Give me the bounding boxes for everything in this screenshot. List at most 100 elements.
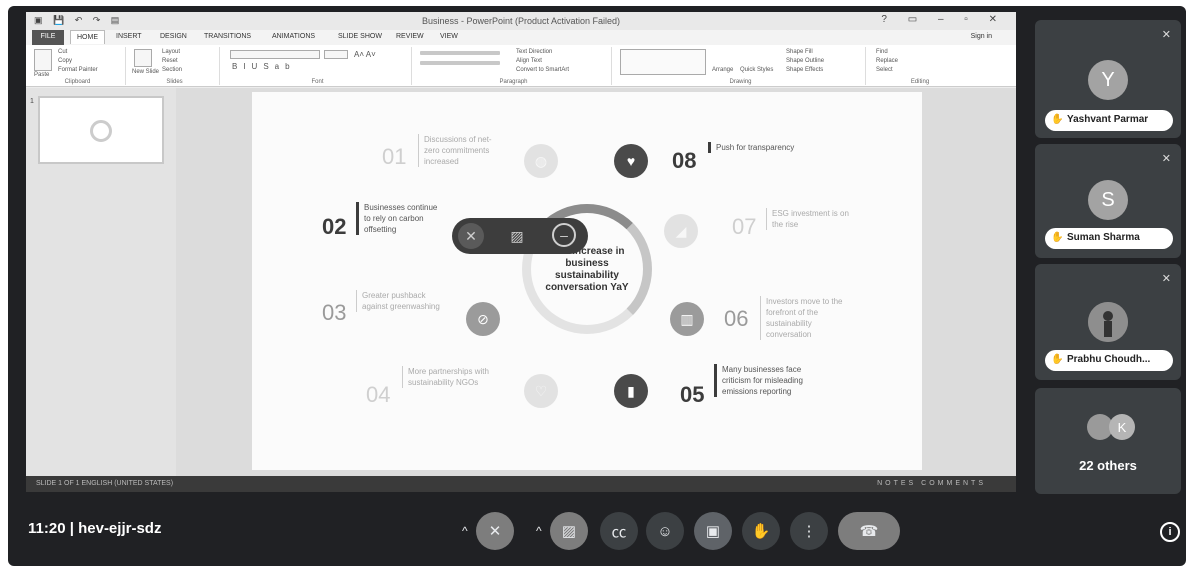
participant-tile[interactable]: ✕ Y ✋ Yashvant Parmar [1035,20,1181,138]
find-button[interactable]: Find [876,49,888,55]
mic-toggle-button[interactable]: ✕ [476,512,514,550]
audio-options-chevron-icon[interactable]: ^ [462,524,468,538]
alignment-row [420,61,500,65]
slides-group: New Slide Layout Reset Section Slides [130,47,220,85]
ribbon-tabs: FILE HOME INSERT DESIGN TRANSITIONS ANIM… [26,30,1016,45]
align-text-button[interactable]: Align Text [516,58,542,64]
paragraph-group: Text Direction Align Text Convert to Sma… [416,47,612,85]
item-text-06: Investors move to the forefront of the s… [760,296,856,340]
reactions-button[interactable]: ☺ [646,512,684,550]
participant-name-text: Prabhu Choudh... [1067,354,1151,365]
paste-icon[interactable] [34,49,52,71]
shape-outline-button[interactable]: Shape Outline [786,58,824,64]
video-options-chevron-icon[interactable]: ^ [536,524,542,538]
meeting-details-button[interactable]: i [1160,522,1180,542]
camera-off-icon: ▨ [561,523,577,540]
others-tile[interactable]: K 22 others [1035,388,1181,494]
raise-hand-button[interactable]: ✋ [742,512,780,550]
item-text-03: Greater pushback against greenwashing [356,290,440,312]
ppt-window-title: Business - PowerPoint (Product Activatio… [421,16,621,26]
font-size-box[interactable] [324,50,348,59]
shape-fill-button[interactable]: Shape Fill [786,49,813,55]
select-button[interactable]: Select [876,67,893,73]
arrange-button[interactable]: Arrange [712,67,733,73]
participant-tile[interactable]: ✕ S ✋ Suman Sharma [1035,144,1181,258]
meeting-info: 11:20 | hev-ejjr-sdz [28,520,161,537]
item-number-01: 01 [382,144,407,169]
camera-toggle-button[interactable]: ▨ [550,512,588,550]
item-text-08: Push for transparency [708,142,798,153]
present-screen-icon: ▣ [705,523,721,540]
presenter-toolbar: ✕ ▨ – [452,218,588,254]
bullets-row [420,51,500,55]
captions-icon: ㏄ [611,523,627,541]
cut-button[interactable]: Cut [58,49,67,55]
editing-group: Find Replace Select Editing [870,47,970,85]
font-label: Font [311,79,324,85]
shape-effects-button[interactable]: Shape Effects [786,67,823,73]
font-format-icons[interactable]: BIUSab [232,62,296,71]
text-direction-button[interactable]: Text Direction [516,49,552,55]
others-initial-avatar: K [1109,414,1135,440]
stop-presenting-icon[interactable]: – [552,223,576,247]
handshake-icon: ♡ [524,374,558,408]
item-text-04: More partnerships with sustainability NG… [402,366,492,388]
copy-button[interactable]: Copy [58,58,72,64]
convert-smartart-button[interactable]: Convert to SmartArt [516,67,569,73]
meet-window: ▣ 💾 ↶ ↷ ▤ Business - PowerPoint (Product… [8,6,1186,566]
bar-chart-icon: ▥ [670,302,704,336]
font-name-box[interactable] [230,50,320,59]
replace-button[interactable]: Replace [876,58,898,64]
participant-tile[interactable]: ✕ ✋ Prabhu Choudh... [1035,264,1181,380]
window-controls[interactable]: ? ▭ – ▫ ✕ [881,14,1006,25]
tab-home[interactable]: HOME [70,30,105,44]
tab-view[interactable]: VIEW [440,33,458,40]
new-slide-icon[interactable] [134,49,152,67]
participant-name: ✋ Yashvant Parmar [1045,110,1173,131]
captions-button[interactable]: ㏄ [600,512,638,550]
slide[interactable]: 01 Discussions of net-zero commitments i… [252,92,922,470]
tab-file[interactable]: FILE [32,30,64,45]
item-text-01: Discussions of net-zero commitments incr… [418,134,494,167]
leave-call-button[interactable]: ☎ [838,512,900,550]
format-painter-button[interactable]: Format Painter [58,67,98,73]
font-size-arrows-icon[interactable]: A˄ A˅ [354,50,376,59]
slide-thumbnail[interactable]: 1 [30,96,164,164]
mic-off-icon[interactable]: ✕ [458,223,484,249]
tab-slide-show[interactable]: SLIDE SHOW [338,33,382,40]
status-slide-info: SLIDE 1 OF 1 ENGLISH (UNITED STATES) [36,480,174,487]
paragraph-label: Paragraph [499,79,528,85]
new-slide-button[interactable]: New Slide [132,69,160,75]
tab-transitions[interactable]: TRANSITIONS [204,33,251,40]
tab-animations[interactable]: ANIMATIONS [272,33,315,40]
clipboard-label: Clipboard [64,79,91,85]
layout-button[interactable]: Layout [162,49,180,55]
font-group: A˄ A˅ BIUSab Font [224,47,412,85]
mic-off-icon: ✕ [1161,153,1171,165]
paste-button[interactable]: Paste [34,72,49,78]
more-options-button[interactable]: ⋮ [790,512,828,550]
reset-button[interactable]: Reset [162,58,178,64]
tab-insert[interactable]: INSERT [116,33,142,40]
quick-styles-button[interactable]: Quick Styles [740,67,773,73]
camera-off-icon[interactable]: ▨ [504,223,530,249]
sign-in-link[interactable]: Sign in [971,33,992,40]
section-button[interactable]: Section [162,67,182,73]
growth-chart-icon: ◢ [664,214,698,248]
hang-up-icon: ☎ [859,523,879,540]
status-view-controls[interactable]: NOTES COMMENTS [877,480,986,487]
shapes-gallery[interactable] [620,49,706,75]
editing-label: Editing [910,79,930,85]
tab-review[interactable]: REVIEW [396,33,424,40]
mic-off-icon: ✕ [1161,29,1171,41]
item-number-02: 02 [322,214,347,239]
meeting-time: 11:20 [28,520,66,537]
meeting-code: hev-ejjr-sdz [78,520,162,537]
raised-hand-icon: ✋ [1051,354,1064,365]
item-number-07: 07 [732,214,757,239]
person-silhouette-icon [1088,302,1128,342]
drawing-label: Drawing [729,79,752,85]
clipboard-icon: ▮ [614,374,648,408]
present-button[interactable]: ▣ [694,512,732,550]
tab-design[interactable]: DESIGN [160,33,187,40]
